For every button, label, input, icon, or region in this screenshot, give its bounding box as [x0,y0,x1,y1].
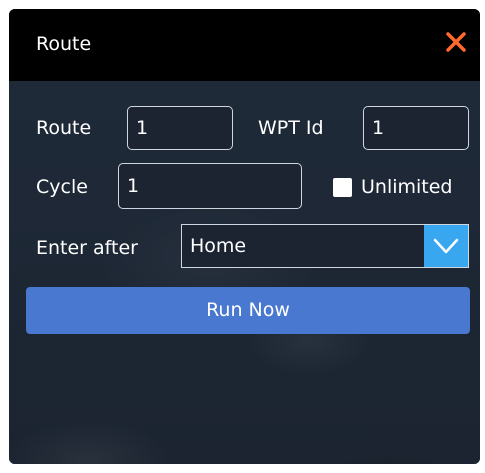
unlimited-label: Unlimited [361,176,453,198]
chevron-down-icon[interactable] [424,225,468,267]
route-dialog: Route Route WPT Id Cycle Unlimited Enter… [9,9,480,464]
enter-after-value: Home [190,235,247,257]
cycle-input[interactable] [118,163,302,209]
close-icon[interactable] [442,28,470,56]
wpt-id-label: WPT Id [258,117,324,139]
route-label: Route [36,117,92,139]
unlimited-checkbox[interactable] [333,178,352,197]
wpt-id-input[interactable] [363,106,469,150]
titlebar: Route [9,9,480,81]
cycle-label: Cycle [36,176,88,198]
dialog-title: Route [36,33,92,55]
run-now-button[interactable]: Run Now [26,287,470,334]
enter-after-label: Enter after [36,237,138,259]
route-input[interactable] [127,106,233,150]
enter-after-select[interactable]: Home [181,224,469,268]
